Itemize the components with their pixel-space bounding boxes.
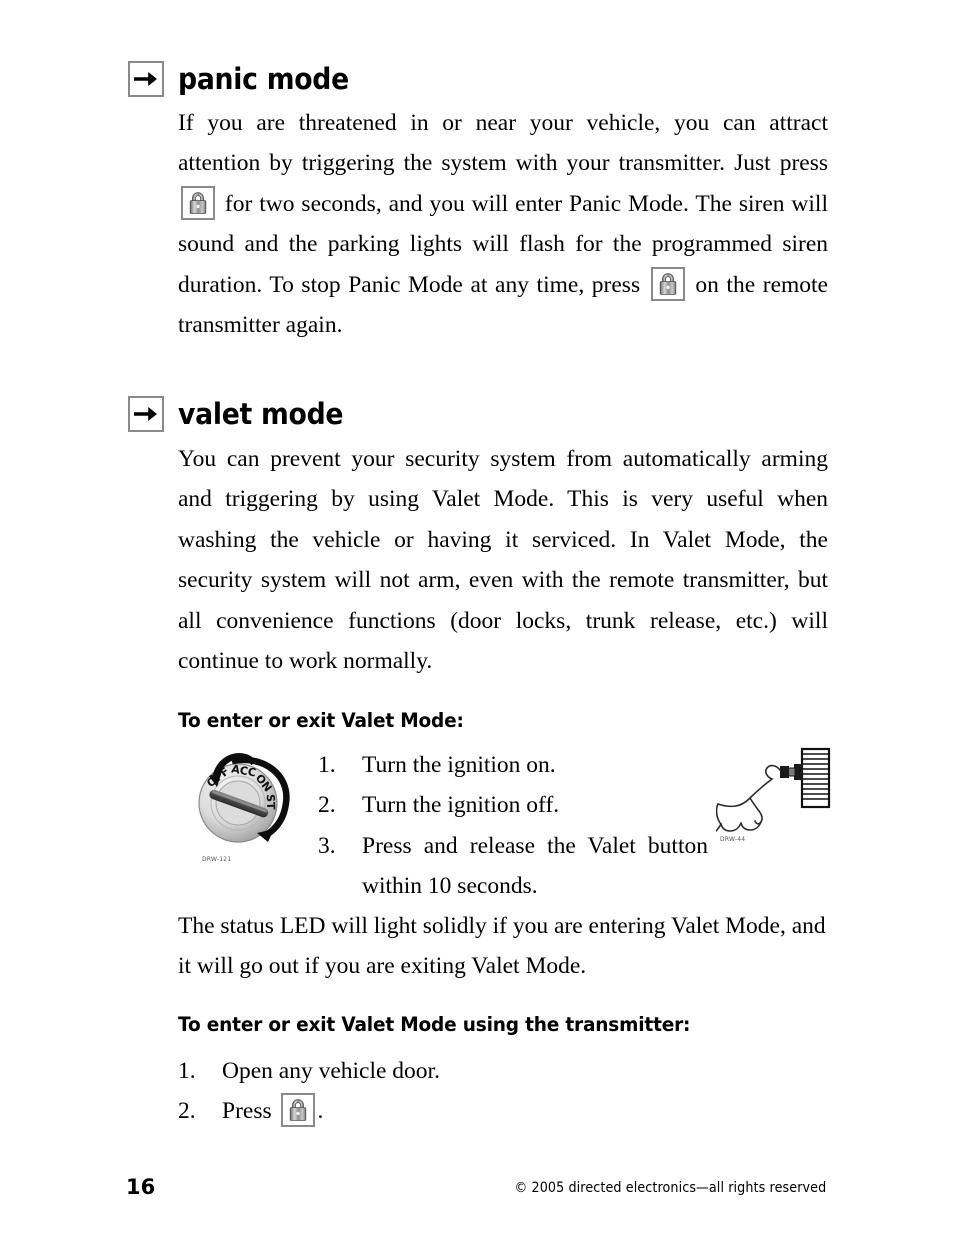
panic-paragraph-part1: If you are threatened in or near your ve… <box>178 110 828 177</box>
list-marker: 1. <box>178 1058 196 1084</box>
arrow-right-icon <box>128 396 164 432</box>
ignition-switch-caption: DRW-121 <box>202 856 232 863</box>
manual-page: panic mode If you are threatened in or n… <box>0 0 954 1235</box>
period-label: . <box>317 1098 324 1125</box>
panic-mode-paragraph: If you are threatened in or near your ve… <box>178 103 828 345</box>
page-number: 16 <box>126 1175 156 1199</box>
svg-text:ST: ST <box>264 794 278 810</box>
list-item: 3. Press and release the Valet button wi… <box>318 826 708 907</box>
lock-icon <box>280 1093 315 1128</box>
panic-mode-body: If you are threatened in or near your ve… <box>178 103 828 345</box>
valet-mode-body: You can prevent your security system fro… <box>178 439 828 681</box>
copyright-notice: © 2005 directed electronics—all rights r… <box>514 1180 826 1196</box>
list-text: Press . <box>222 1091 678 1131</box>
press-label: Press <box>222 1098 278 1125</box>
section-heading-valet-mode: valet mode <box>128 396 358 432</box>
subhead-enter-exit-valet: To enter or exit Valet Mode: <box>178 709 464 732</box>
list-item: 2. Turn the ignition off. <box>318 785 708 825</box>
list-item: 1. Turn the ignition on. <box>318 745 708 785</box>
list-item: 1. Open any vehicle door. <box>178 1051 678 1091</box>
lock-icon <box>181 185 215 220</box>
arrow-right-icon <box>128 61 164 97</box>
list-marker: 2. <box>318 792 336 819</box>
list-text: Turn the ignition off. <box>362 792 560 819</box>
section-title-panic-mode: panic mode <box>178 61 349 96</box>
list-text: Open any vehicle door. <box>222 1058 440 1084</box>
list-marker: 3. <box>318 832 336 859</box>
list-marker: 2. <box>178 1098 196 1125</box>
list-item: 2. Press . <box>178 1091 678 1131</box>
list-text: Turn the ignition on. <box>362 752 556 778</box>
ignition-switch-illustration: OFF ACC ON ST DRW-121 <box>186 741 298 863</box>
section-title-valet-mode: valet mode <box>178 396 344 431</box>
transmitter-steps-list: 1. Open any vehicle door. 2. Press . <box>178 1051 678 1132</box>
valet-entry-steps-list: 1. Turn the ignition on. 2. Turn the ign… <box>318 745 708 907</box>
status-led-note-wrap: The status LED will light solidly if you… <box>178 906 828 987</box>
list-marker: 1. <box>318 752 336 778</box>
subhead-enter-exit-transmitter: To enter or exit Valet Mode using the tr… <box>178 1013 691 1036</box>
status-led-note: The status LED will light solidly if you… <box>178 913 826 980</box>
lock-icon <box>650 266 685 301</box>
section-heading-panic-mode: panic mode <box>128 61 364 97</box>
valet-mode-paragraph: You can prevent your security system fro… <box>178 446 828 675</box>
list-text: Press and release the Valet button withi… <box>362 832 708 900</box>
valet-button-illustration: DRW-44 <box>715 742 836 852</box>
